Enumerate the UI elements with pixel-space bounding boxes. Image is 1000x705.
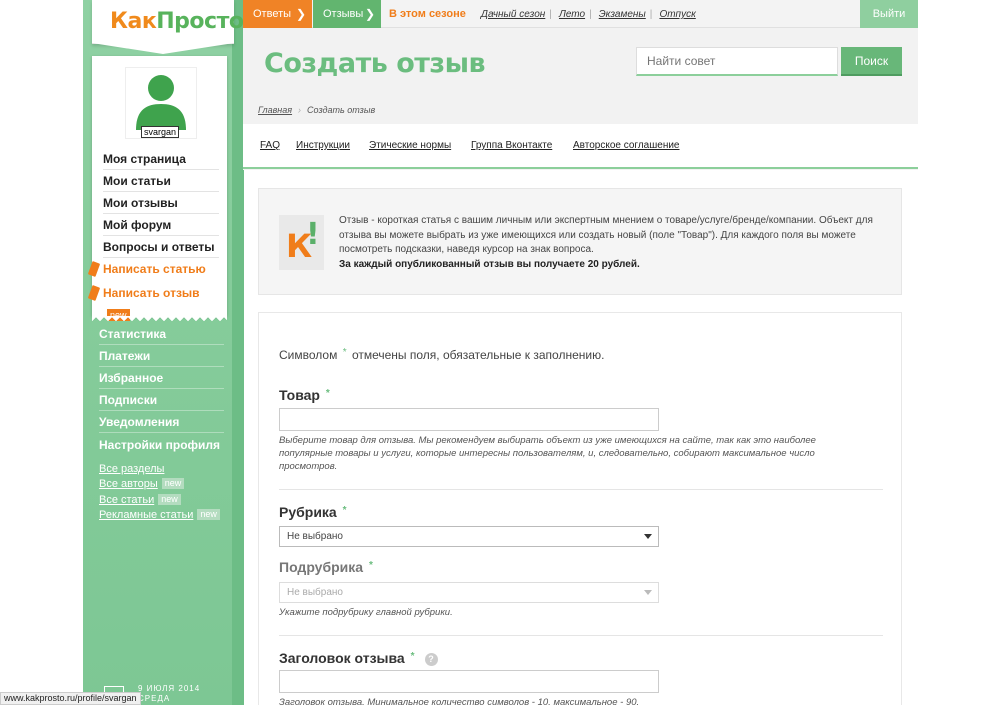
- new-badge: new: [158, 494, 181, 505]
- link-instructions[interactable]: Инструкции: [296, 140, 350, 151]
- caret-down-icon: [644, 590, 652, 595]
- menu-questions-answers[interactable]: Вопросы и ответы: [103, 236, 219, 258]
- season-link-vacation[interactable]: Отпуск: [659, 9, 695, 20]
- sidebar-item-subscriptions[interactable]: Подписки: [99, 389, 224, 411]
- page-header: Создать отзыв Поиск Главная›Создать отзы…: [243, 28, 918, 170]
- menu-my-articles[interactable]: Мои статьи: [103, 170, 219, 192]
- rubric-select[interactable]: Не выбрано: [279, 526, 659, 547]
- avatar[interactable]: svargan: [125, 67, 197, 139]
- write-article-link[interactable]: Написать статью: [87, 258, 219, 280]
- product-label: Товар *: [279, 387, 330, 403]
- rubric-label: Рубрика *: [279, 504, 347, 520]
- breadcrumb-home[interactable]: Главная: [258, 105, 292, 115]
- season-link-summer[interactable]: Лето: [559, 9, 585, 20]
- kakprosto-logo-icon: К!: [279, 215, 324, 270]
- help-links-bar: FAQ Инструкции Этические нормы Группа Вк…: [243, 124, 918, 169]
- site-logo[interactable]: КакПросто!: [110, 9, 253, 34]
- review-title-input[interactable]: [279, 670, 659, 693]
- review-form: Символом * отмечены поля, обязательные к…: [258, 312, 902, 705]
- menu-my-page[interactable]: Моя страница: [103, 148, 219, 170]
- caret-down-icon: [644, 534, 652, 539]
- menu-my-forum[interactable]: Мой форум: [103, 214, 219, 236]
- profile-card: svargan Моя страница Мои статьи Мои отзы…: [87, 56, 227, 324]
- chevron-right-icon: ❯: [295, 7, 306, 21]
- link-all-sections[interactable]: Все разделы: [99, 462, 164, 477]
- subrubric-label: Подрубрика *: [279, 559, 373, 575]
- review-title-hint: Заголовок отзыва. Минимальное количество…: [279, 697, 640, 705]
- logo-box[interactable]: КакПросто!: [92, 0, 253, 54]
- product-input[interactable]: [279, 408, 659, 431]
- page-title: Создать отзыв: [264, 48, 486, 79]
- season-link-exams[interactable]: Экзамены: [599, 9, 646, 20]
- sidebar-item-profile-settings[interactable]: Настройки профиля: [99, 434, 224, 456]
- season-bar: В этом сезоне Дачный сезон | Лето | Экзаме…: [389, 8, 696, 20]
- write-article-label: Написать статью: [103, 262, 206, 276]
- logout-button[interactable]: Выйти: [860, 0, 918, 28]
- search-input[interactable]: [636, 47, 838, 76]
- link-all-articles[interactable]: Все статьи new: [99, 493, 181, 508]
- chevron-right-icon: ❯: [364, 7, 375, 21]
- new-badge: new: [107, 309, 130, 321]
- link-faq[interactable]: FAQ: [260, 140, 280, 151]
- review-title-label: Заголовок отзыва *?: [279, 650, 438, 666]
- menu-my-reviews[interactable]: Мои отзывы: [103, 192, 219, 214]
- tab-answers[interactable]: Ответы ❯: [243, 0, 312, 28]
- browser-status-bar: www.kakprosto.ru/profile/svargan: [0, 692, 141, 705]
- search-button[interactable]: Поиск: [841, 47, 902, 76]
- info-text: Отзыв - короткая статья с вашим личным и…: [339, 214, 879, 272]
- link-ad-articles[interactable]: Рекламные статьи new: [99, 508, 220, 523]
- user-avatar-icon: [136, 75, 186, 130]
- season-link-dacha[interactable]: Дачный сезон: [481, 9, 545, 20]
- subrubric-select[interactable]: Не выбрано: [279, 582, 659, 603]
- link-all-authors[interactable]: Все авторы new: [99, 477, 185, 492]
- info-box: К! Отзыв - короткая статья с вашим личны…: [258, 188, 902, 295]
- breadcrumb: Главная › Создать отзыв: [258, 105, 376, 115]
- required-note: Символом * отмечены поля, обязательные к…: [279, 347, 605, 362]
- link-ethics[interactable]: Этические нормы: [369, 140, 451, 151]
- product-hint: Выберите товар для отзыва. Мы рекомендуе…: [279, 435, 816, 472]
- sidebar-item-favorites[interactable]: Избранное: [99, 367, 224, 389]
- info-bold-text: За каждый опубликованный отзыв вы получа…: [339, 258, 640, 270]
- avatar-username: svargan: [141, 126, 180, 138]
- help-icon[interactable]: ?: [424, 653, 438, 666]
- new-badge: new: [197, 509, 220, 520]
- divider: [279, 489, 883, 490]
- top-bar: Ответы ❯ Отзывы ❯ В этом сезоне Дачный сез…: [243, 0, 918, 28]
- sidebar-item-payments[interactable]: Платежи: [99, 345, 224, 367]
- link-author-agreement[interactable]: Авторское соглашение: [573, 140, 680, 151]
- divider: [279, 635, 883, 636]
- season-label: В этом сезоне: [389, 8, 466, 20]
- write-review-link[interactable]: Написать отзыв new: [87, 282, 219, 321]
- breadcrumb-current: Создать отзыв: [307, 105, 376, 115]
- tab-reviews[interactable]: Отзывы ❯: [313, 0, 381, 28]
- new-badge: new: [161, 478, 185, 489]
- link-vk-group[interactable]: Группа Вконтакте: [471, 140, 552, 151]
- sidebar-item-statistics[interactable]: Статистика: [99, 323, 224, 345]
- subrubric-hint: Укажите подрубрику главной рубрики.: [279, 607, 453, 618]
- write-review-label: Написать отзыв: [103, 286, 200, 300]
- required-star: *: [342, 347, 347, 358]
- sidebar-item-notifications[interactable]: Уведомления: [99, 411, 224, 433]
- current-date: 9 июля 2014 среда: [138, 684, 201, 703]
